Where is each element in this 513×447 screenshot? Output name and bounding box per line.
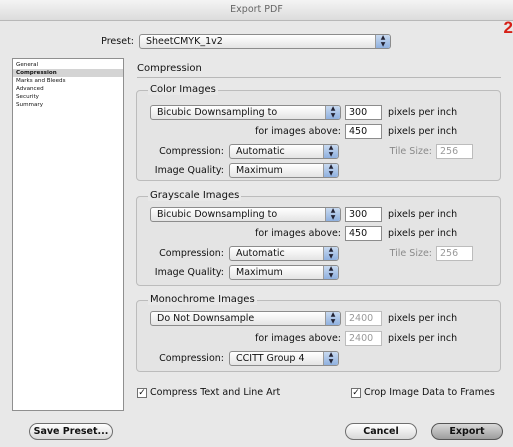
- color-quality-value: Maximum: [236, 165, 283, 176]
- up-down-arrows-icon: ▲ ▼: [323, 266, 338, 279]
- up-down-arrows-icon: ▲ ▼: [325, 106, 340, 119]
- compress-text-label: Compress Text and Line Art: [150, 387, 281, 398]
- mono-above-label: for images above:: [255, 333, 341, 344]
- mono-compression-value: CCITT Group 4: [236, 353, 305, 364]
- gray-quality-value: Maximum: [236, 267, 283, 278]
- section-title: Compression: [137, 63, 202, 74]
- gray-quality-dropdown[interactable]: Maximum ▲ ▼: [229, 265, 339, 280]
- mono-ppi-input[interactable]: 2400: [345, 311, 382, 326]
- export-button[interactable]: Export: [431, 423, 503, 440]
- sidebar-item-summary[interactable]: Summary: [13, 101, 123, 109]
- up-down-arrows-icon: ▲ ▼: [323, 145, 338, 158]
- compress-text-checkbox[interactable]: ✓: [137, 388, 147, 398]
- color-tile-label: Tile Size:: [389, 146, 432, 157]
- gray-quality-label: Image Quality:: [154, 267, 224, 278]
- gray-above-input[interactable]: 450: [345, 226, 382, 241]
- color-ppi-unit: pixels per inch: [388, 107, 458, 118]
- color-above-input[interactable]: 450: [345, 124, 382, 139]
- gray-above-unit: pixels per inch: [388, 228, 458, 239]
- up-down-arrows-icon: ▲ ▼: [323, 164, 338, 177]
- sidebar-item-marks-and-bleeds[interactable]: Marks and Bleeds: [13, 77, 123, 85]
- mono-downsampling-value: Do Not Downsample: [157, 313, 255, 324]
- mono-above-unit: pixels per inch: [388, 333, 458, 344]
- gray-compression-label: Compression:: [159, 248, 224, 259]
- window-title: Export PDF: [0, 0, 513, 21]
- preset-value: SheetCMYK_1v2: [146, 36, 223, 47]
- gray-downsampling-dropdown[interactable]: Bicubic Downsampling to ▲ ▼: [150, 207, 341, 222]
- preset-label: Preset:: [101, 36, 134, 47]
- crop-frames-label: Crop Image Data to Frames: [364, 387, 495, 398]
- color-compression-value: Automatic: [236, 146, 285, 157]
- mono-downsampling-dropdown[interactable]: Do Not Downsample ▲ ▼: [150, 311, 341, 326]
- gray-downsampling-value: Bicubic Downsampling to: [157, 209, 278, 220]
- monochrome-images-title: Monochrome Images: [148, 294, 257, 305]
- color-compression-dropdown[interactable]: Automatic ▲ ▼: [229, 144, 339, 159]
- gray-tile-input[interactable]: 256: [436, 246, 473, 261]
- sidebar-item-advanced[interactable]: Advanced: [13, 85, 123, 93]
- page-number: 2: [503, 18, 513, 37]
- save-preset-button[interactable]: Save Preset...: [29, 423, 113, 440]
- color-compression-label: Compression:: [159, 146, 224, 157]
- gray-compression-dropdown[interactable]: Automatic ▲ ▼: [229, 246, 339, 261]
- up-down-arrows-icon: ▲ ▼: [325, 312, 340, 325]
- color-tile-input[interactable]: 256: [436, 144, 473, 159]
- export-pdf-dialog: Export PDF 2 Preset: SheetCMYK_1v2 ▲ ▼ Ge…: [0, 0, 513, 447]
- mono-above-input[interactable]: 2400: [345, 331, 382, 346]
- up-down-arrows-icon: ▲ ▼: [325, 208, 340, 221]
- mono-ppi-unit: pixels per inch: [388, 313, 458, 324]
- mono-compression-label: Compression:: [159, 353, 224, 364]
- color-above-unit: pixels per inch: [388, 126, 458, 137]
- gray-ppi-unit: pixels per inch: [388, 209, 458, 220]
- mono-compression-dropdown[interactable]: CCITT Group 4 ▲ ▼: [229, 351, 339, 366]
- sidebar-item-security[interactable]: Security: [13, 93, 123, 101]
- gray-tile-label: Tile Size:: [389, 248, 432, 259]
- crop-frames-checkbox[interactable]: ✓: [351, 388, 361, 398]
- up-down-arrows-icon: ▲ ▼: [323, 247, 338, 260]
- color-images-title: Color Images: [148, 84, 218, 95]
- color-quality-label: Image Quality:: [154, 165, 224, 176]
- preset-dropdown[interactable]: SheetCMYK_1v2 ▲ ▼: [139, 34, 391, 49]
- color-above-label: for images above:: [255, 126, 341, 137]
- color-downsampling-dropdown[interactable]: Bicubic Downsampling to ▲ ▼: [150, 105, 341, 120]
- sidebar-item-general[interactable]: General: [13, 61, 123, 69]
- section-divider: [137, 77, 501, 78]
- category-list[interactable]: General Compression Marks and Bleeds Adv…: [12, 58, 124, 411]
- color-quality-dropdown[interactable]: Maximum ▲ ▼: [229, 163, 339, 178]
- color-ppi-input[interactable]: 300: [345, 105, 382, 120]
- up-down-arrows-icon: ▲ ▼: [375, 35, 390, 48]
- up-down-arrows-icon: ▲ ▼: [323, 352, 338, 365]
- color-downsampling-value: Bicubic Downsampling to: [157, 107, 278, 118]
- sidebar-item-compression[interactable]: Compression: [13, 69, 123, 77]
- gray-above-label: for images above:: [255, 228, 341, 239]
- gray-ppi-input[interactable]: 300: [345, 207, 382, 222]
- cancel-button[interactable]: Cancel: [345, 423, 417, 440]
- grayscale-images-title: Grayscale Images: [148, 190, 242, 201]
- gray-compression-value: Automatic: [236, 248, 285, 259]
